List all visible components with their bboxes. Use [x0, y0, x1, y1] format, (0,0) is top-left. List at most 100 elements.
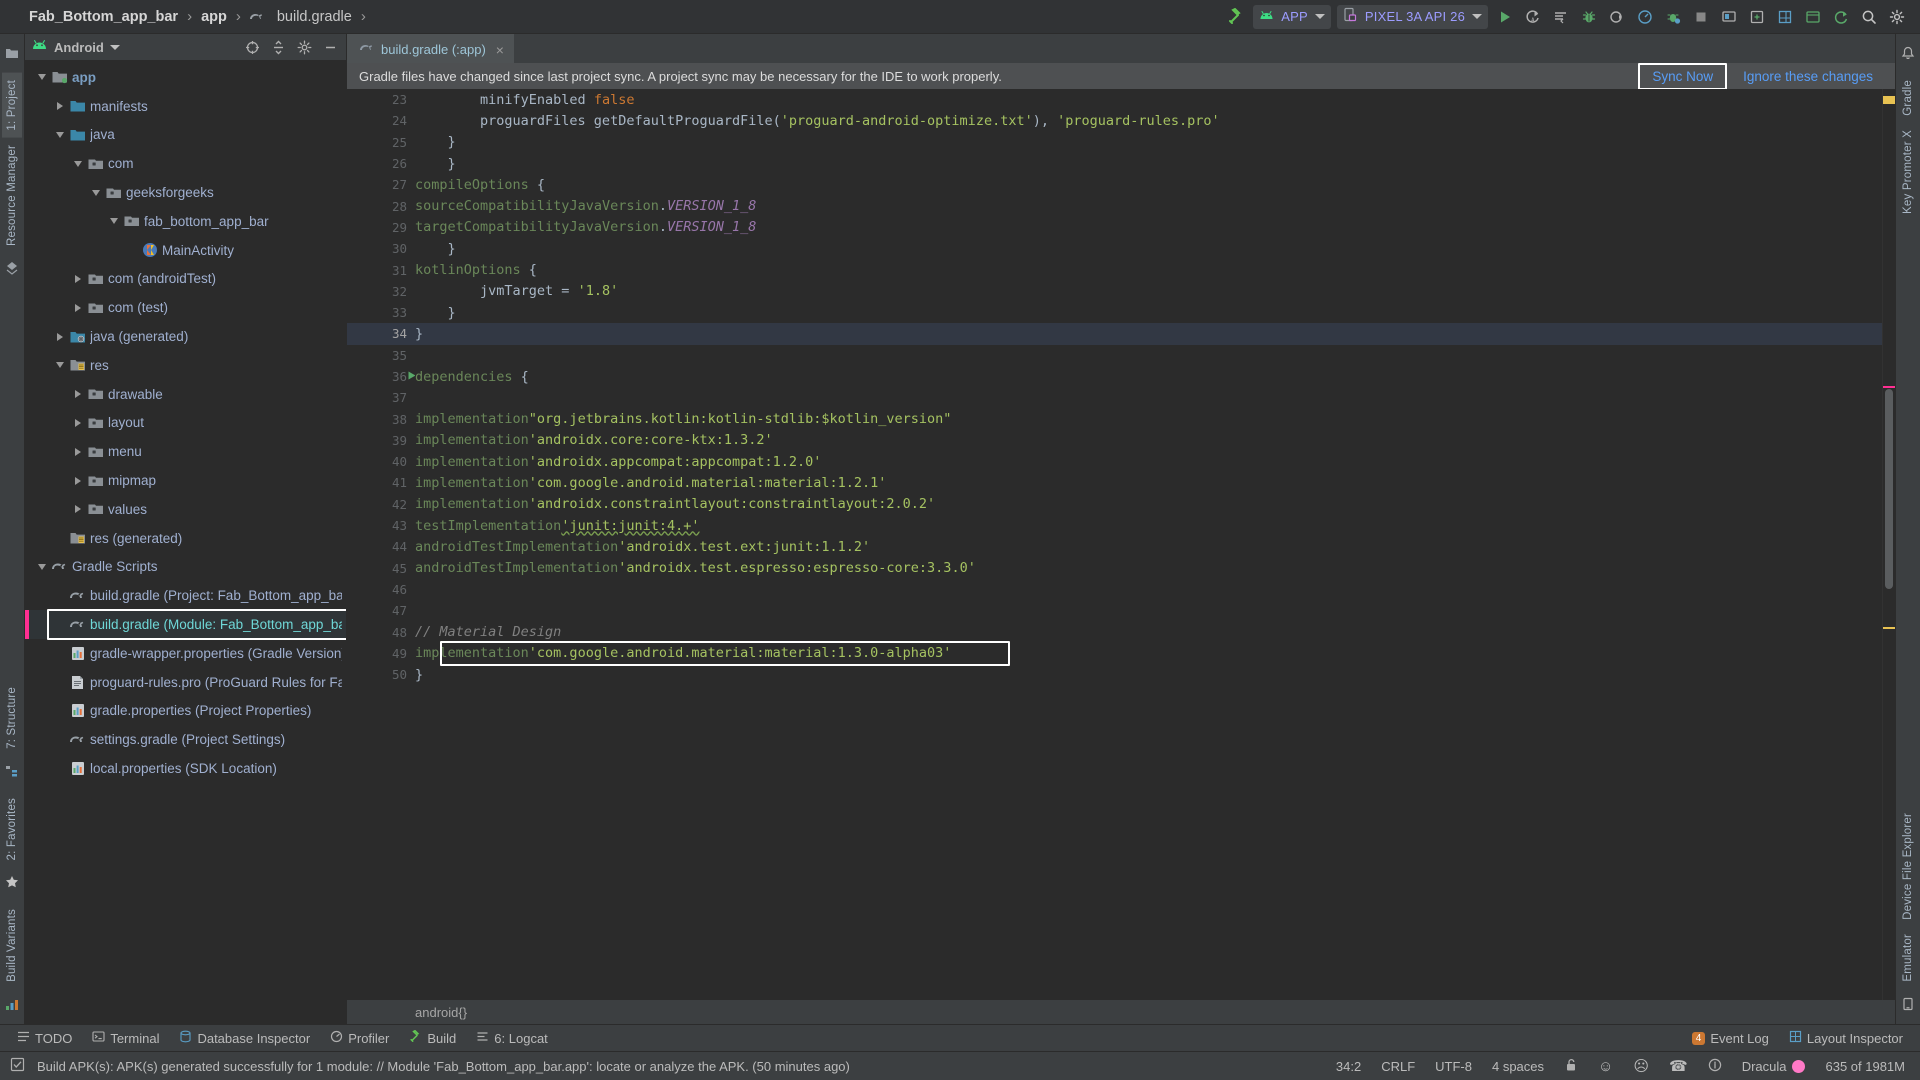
- tree-node-com-androidtest[interactable]: com (androidTest): [25, 265, 346, 294]
- editor-tab-build-gradle[interactable]: build.gradle (:app) ×: [347, 34, 514, 63]
- memory-indicator[interactable]: 635 of 1981M: [1820, 1057, 1910, 1076]
- project-panel-toggle-icon[interactable]: [5, 46, 19, 65]
- code-line[interactable]: }: [415, 664, 1882, 685]
- ignore-changes-button[interactable]: Ignore these changes: [1743, 69, 1873, 84]
- code-line[interactable]: proguardFiles getDefaultProguardFile('pr…: [415, 110, 1882, 131]
- chevron-down-icon[interactable]: [1315, 14, 1325, 19]
- collapse-all-icon[interactable]: [268, 37, 288, 57]
- feedback-phone-icon[interactable]: ☎: [1664, 1055, 1693, 1077]
- chevron-right-icon[interactable]: [71, 502, 85, 516]
- run-configuration-selector[interactable]: APP: [1253, 5, 1331, 29]
- code-line[interactable]: implementation 'com.google.android.mater…: [415, 643, 1882, 664]
- tree-node-com-test[interactable]: com (test): [25, 293, 346, 322]
- code-line[interactable]: dependencies {: [415, 366, 1882, 387]
- line-number[interactable]: 28: [347, 195, 415, 216]
- chevron-right-icon[interactable]: [53, 330, 67, 344]
- line-number[interactable]: 33⌷: [347, 302, 415, 323]
- code-line[interactable]: }: [415, 153, 1882, 174]
- tree-node-manifests[interactable]: manifests: [25, 92, 346, 121]
- code-line[interactable]: [415, 600, 1882, 621]
- select-opened-file-icon[interactable]: [242, 37, 262, 57]
- tree-node-values[interactable]: values: [25, 495, 346, 524]
- line-number[interactable]: 50⌷: [347, 664, 415, 685]
- run-button[interactable]: [1492, 4, 1518, 30]
- chevron-down-icon[interactable]: [1472, 14, 1482, 19]
- bottom-tool-profiler[interactable]: Profiler: [321, 1028, 398, 1048]
- line-number[interactable]: 43: [347, 515, 415, 536]
- line-separator[interactable]: CRLF: [1376, 1057, 1420, 1076]
- attach-debugger-button[interactable]: [1660, 4, 1686, 30]
- line-number[interactable]: 46: [347, 579, 415, 600]
- code-line[interactable]: kotlinOptions {: [415, 259, 1882, 280]
- code-line[interactable]: [415, 345, 1882, 366]
- tree-node-java[interactable]: java: [25, 121, 346, 150]
- code-line[interactable]: testImplementation 'junit:junit:4.+': [415, 515, 1882, 536]
- status-event-icon[interactable]: [10, 1057, 25, 1075]
- code-line[interactable]: sourceCompatibility JavaVersion.VERSION_…: [415, 195, 1882, 216]
- chevron-right-icon[interactable]: [71, 445, 85, 459]
- tree-node-java-generated[interactable]: java (generated): [25, 322, 346, 351]
- chevron-down-icon[interactable]: [35, 560, 49, 574]
- bottom-tool-build[interactable]: Build: [400, 1028, 465, 1048]
- editor-scrollbar[interactable]: [1882, 89, 1895, 1000]
- code-line[interactable]: androidTestImplementation 'androidx.test…: [415, 558, 1882, 579]
- info-icon[interactable]: [1703, 1056, 1727, 1077]
- chevron-down-icon[interactable]: [107, 214, 121, 228]
- tree-node-mainactivity[interactable]: MainActivity: [25, 236, 346, 265]
- tree-node-fab-bottom-app-bar[interactable]: fab_bottom_app_bar: [25, 207, 346, 236]
- sidebar-item-favorites[interactable]: 2: Favorites: [2, 791, 22, 867]
- breadcrumb-item-file[interactable]: build.gradle: [274, 8, 355, 26]
- chevron-right-icon[interactable]: [71, 387, 85, 401]
- tree-node-mipmap[interactable]: mipmap: [25, 466, 346, 495]
- code-line[interactable]: minifyEnabled false: [415, 89, 1882, 110]
- code-line[interactable]: [415, 579, 1882, 600]
- chevron-down-icon[interactable]: [89, 186, 103, 200]
- line-number[interactable]: 31⊖: [347, 259, 415, 280]
- chevron-down-icon[interactable]: [71, 157, 85, 171]
- chevron-down-icon[interactable]: [110, 45, 120, 50]
- search-everywhere-icon[interactable]: [1856, 4, 1882, 30]
- line-number[interactable]: 24: [347, 110, 415, 131]
- scrollbar-thumb[interactable]: [1885, 389, 1893, 589]
- tree-node-geeksforgeeks[interactable]: geeksforgeeks: [25, 178, 346, 207]
- status-message[interactable]: Build APK(s): APK(s) generated successfu…: [35, 1057, 852, 1076]
- line-number[interactable]: 38: [347, 408, 415, 429]
- caret-position[interactable]: 34:2: [1331, 1057, 1366, 1076]
- apply-changes-button[interactable]: A: [1520, 4, 1546, 30]
- line-number[interactable]: 42: [347, 494, 415, 515]
- tree-node-build-gradle-module-fab-bottom-app-bar-app[interactable]: build.gradle (Module: Fab_Bottom_app_bar…: [25, 610, 346, 639]
- sidebar-item-resource-manager[interactable]: Resource Manager: [2, 138, 22, 253]
- code-line[interactable]: }: [415, 132, 1882, 153]
- line-number[interactable]: 44: [347, 536, 415, 557]
- sidebar-item-gradle[interactable]: Gradle: [1898, 73, 1918, 123]
- line-number[interactable]: 34⌷: [347, 323, 415, 344]
- code-line[interactable]: implementation 'androidx.constraintlayou…: [415, 494, 1882, 515]
- profiler-button[interactable]: [1632, 4, 1658, 30]
- chevron-right-icon[interactable]: [53, 99, 67, 113]
- bottom-tool-logcat[interactable]: 6: Logcat: [467, 1028, 557, 1048]
- line-number[interactable]: 49: [347, 643, 415, 664]
- line-number[interactable]: 30⌷: [347, 238, 415, 259]
- line-number[interactable]: 47: [347, 600, 415, 621]
- chevron-down-icon[interactable]: [35, 70, 49, 84]
- code-line[interactable]: androidTestImplementation 'androidx.test…: [415, 536, 1882, 557]
- tree-node-menu[interactable]: menu: [25, 437, 346, 466]
- editor-breadcrumb-label[interactable]: android{}: [415, 1005, 467, 1020]
- line-number[interactable]: 32: [347, 281, 415, 302]
- tree-node-com[interactable]: com: [25, 149, 346, 178]
- hide-panel-icon[interactable]: [320, 37, 340, 57]
- tree-node-gradle-properties-project-properties[interactable]: gradle.properties (Project Properties): [25, 697, 346, 726]
- tree-node-build-gradle-project-fab-bottom-app-bar[interactable]: build.gradle (Project: Fab_Bottom_app_ba…: [25, 581, 346, 610]
- line-number[interactable]: 39: [347, 430, 415, 451]
- bottom-tool-database-inspector[interactable]: Database Inspector: [170, 1028, 319, 1048]
- apply-code-changes-button[interactable]: [1548, 4, 1574, 30]
- tree-node-proguard-rules-pro-proguard-rules-for-fab-bottc[interactable]: proguard-rules.pro (ProGuard Rules for F…: [25, 668, 346, 697]
- line-number-gutter[interactable]: 232425⌷26⌷27⊖282930⌷31⊖3233⌷34⌷3536⊖3738…: [347, 89, 415, 1000]
- theme-switcher[interactable]: Dracula: [1737, 1057, 1811, 1076]
- code-line[interactable]: implementation 'com.google.android.mater…: [415, 472, 1882, 493]
- chevron-down-icon[interactable]: [53, 358, 67, 372]
- line-number[interactable]: 37: [347, 387, 415, 408]
- sdk-manager-button[interactable]: [1744, 4, 1770, 30]
- device-file-explorer-button[interactable]: [1800, 4, 1826, 30]
- line-number[interactable]: 27⊖: [347, 174, 415, 195]
